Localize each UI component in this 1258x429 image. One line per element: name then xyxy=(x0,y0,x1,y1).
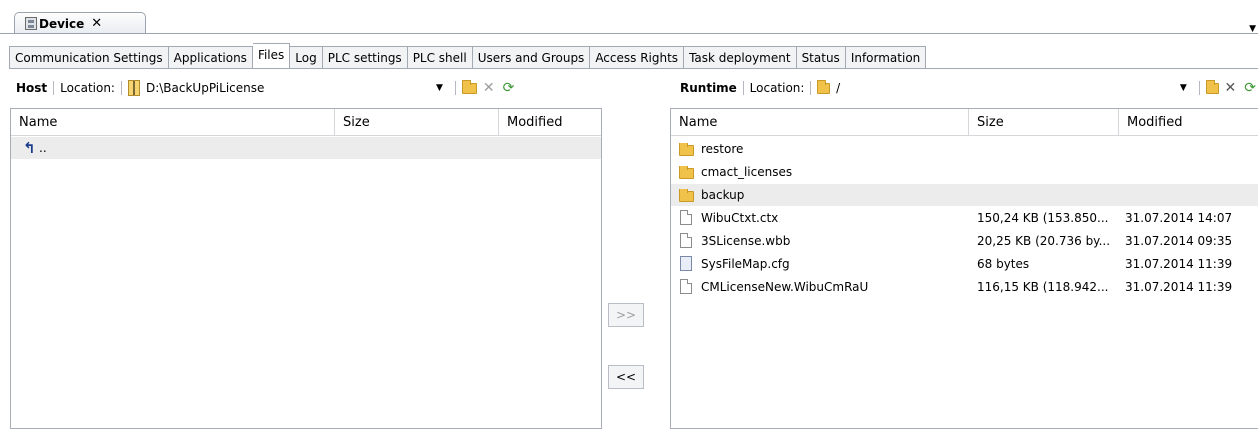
tab-access-rights[interactable]: Access Rights xyxy=(590,46,685,68)
host-location-dropdown[interactable]: ▼ xyxy=(436,83,443,93)
separator xyxy=(53,81,55,95)
host-col-name[interactable]: Name xyxy=(11,109,335,136)
host-col-modified[interactable]: Modified xyxy=(499,109,601,136)
file-icon xyxy=(680,233,692,248)
host-location-label: Location: xyxy=(60,81,115,95)
subtab-divider xyxy=(9,68,1258,69)
runtime-row-name: WibuCtxt.ctx xyxy=(701,211,779,225)
up-arrow-icon: ↰ xyxy=(23,139,36,157)
runtime-row-name: 3SLicense.wbb xyxy=(701,234,791,248)
tab-users-and-groups[interactable]: Users and Groups xyxy=(472,46,591,68)
host-label: Host xyxy=(16,81,48,95)
folder-icon xyxy=(679,189,694,202)
tab-status[interactable]: Status xyxy=(796,46,846,68)
tab-information[interactable]: Information xyxy=(845,46,927,68)
table-row[interactable]: CMLicenseNew.WibuCmRaU 116,15 KB (118.94… xyxy=(671,276,1258,298)
archive-folder-icon xyxy=(127,80,140,96)
runtime-row-name: SysFileMap.cfg xyxy=(701,257,790,271)
runtime-col-size[interactable]: Size xyxy=(969,109,1119,136)
table-row[interactable]: SysFileMap.cfg 68 bytes 31.07.2014 11:39 xyxy=(671,253,1258,275)
close-icon[interactable]: ✕ xyxy=(91,16,102,31)
chevron-down-icon[interactable]: ▼ xyxy=(1249,24,1256,34)
runtime-row-modified: 31.07.2014 09:35 xyxy=(1125,234,1233,248)
new-folder-icon[interactable] xyxy=(461,79,477,94)
runtime-row-modified: 31.07.2014 11:39 xyxy=(1125,257,1233,271)
refresh-icon[interactable]: ⟳ xyxy=(503,80,515,96)
host-file-list[interactable]: Name Size Modified ↰ .. xyxy=(10,108,602,429)
tab-plc-shell[interactable]: PLC shell xyxy=(407,46,473,68)
tab-communication-settings[interactable]: Communication Settings xyxy=(9,46,169,68)
runtime-file-list[interactable]: Name Size Modified restore cmact_license… xyxy=(670,108,1258,429)
runtime-toolbar: Runtime Location: / ▼ ✕ ⟳ xyxy=(680,76,1256,100)
separator xyxy=(454,81,456,95)
tab-plc-settings[interactable]: PLC settings xyxy=(322,46,408,68)
tab-applications[interactable]: Applications xyxy=(168,46,253,68)
runtime-location-label: Location: xyxy=(749,81,805,95)
tab-files[interactable]: Files xyxy=(252,43,291,68)
host-location-input[interactable]: D:\BackUpPiLicense xyxy=(146,81,436,95)
runtime-row-name: restore xyxy=(701,142,744,156)
delete-icon[interactable]: ✕ xyxy=(1225,80,1237,96)
file-icon xyxy=(680,279,692,294)
folder-icon xyxy=(679,166,694,179)
runtime-col-modified[interactable]: Modified xyxy=(1119,109,1258,136)
table-row[interactable]: 3SLicense.wbb 20,25 KB (20.736 by... 31.… xyxy=(671,230,1258,252)
runtime-row-name: backup xyxy=(701,188,745,202)
runtime-row-size: 20,25 KB (20.736 by... xyxy=(977,234,1111,248)
runtime-row-size: 150,24 KB (153.850... xyxy=(977,211,1109,225)
copy-to-runtime-button[interactable]: >> xyxy=(608,303,644,327)
table-row[interactable]: backup xyxy=(671,184,1258,206)
host-col-size[interactable]: Size xyxy=(335,109,499,136)
document-tab-divider xyxy=(0,33,1258,34)
runtime-row-modified: 31.07.2014 14:07 xyxy=(1125,211,1233,225)
device-document-tab[interactable]: Device ✕ xyxy=(14,12,146,34)
list-item[interactable]: ↰ .. xyxy=(11,137,601,159)
runtime-row-name: CMLicenseNew.WibuCmRaU xyxy=(701,280,869,294)
runtime-row-size: 116,15 KB (118.942... xyxy=(977,280,1109,294)
table-row[interactable]: WibuCtxt.ctx 150,24 KB (153.850... 31.07… xyxy=(671,207,1258,229)
separator xyxy=(742,81,744,95)
device-icon xyxy=(25,17,37,30)
host-toolbar: Host Location: D:\BackUpPiLicense ▼ ✕ ⟳ xyxy=(16,76,601,100)
new-folder-icon[interactable] xyxy=(1205,79,1219,94)
copy-to-host-button[interactable]: << xyxy=(608,365,644,389)
runtime-row-modified: 31.07.2014 11:39 xyxy=(1125,280,1233,294)
runtime-location-input[interactable]: / xyxy=(836,81,1180,95)
delete-icon[interactable]: ✕ xyxy=(483,80,495,96)
separator xyxy=(120,81,122,95)
host-row-name: .. xyxy=(39,141,47,155)
tab-log[interactable]: Log xyxy=(290,46,323,68)
device-subtabs: Communication Settings Applications File… xyxy=(9,43,927,68)
refresh-icon[interactable]: ⟳ xyxy=(1244,80,1256,96)
folder-icon xyxy=(679,143,694,156)
config-file-icon xyxy=(680,256,692,271)
runtime-row-size: 68 bytes xyxy=(977,257,1030,271)
separator xyxy=(810,81,812,95)
runtime-col-name[interactable]: Name xyxy=(671,109,969,136)
file-icon xyxy=(680,210,692,225)
table-row[interactable]: restore xyxy=(671,138,1258,160)
table-row[interactable]: cmact_licenses xyxy=(671,161,1258,183)
separator xyxy=(1198,81,1200,95)
device-tab-title: Device xyxy=(39,16,85,31)
folder-icon xyxy=(817,79,831,94)
runtime-row-name: cmact_licenses xyxy=(701,165,793,179)
runtime-label: Runtime xyxy=(680,81,737,95)
runtime-location-dropdown[interactable]: ▼ xyxy=(1180,83,1187,93)
tab-task-deployment[interactable]: Task deployment xyxy=(684,46,797,68)
